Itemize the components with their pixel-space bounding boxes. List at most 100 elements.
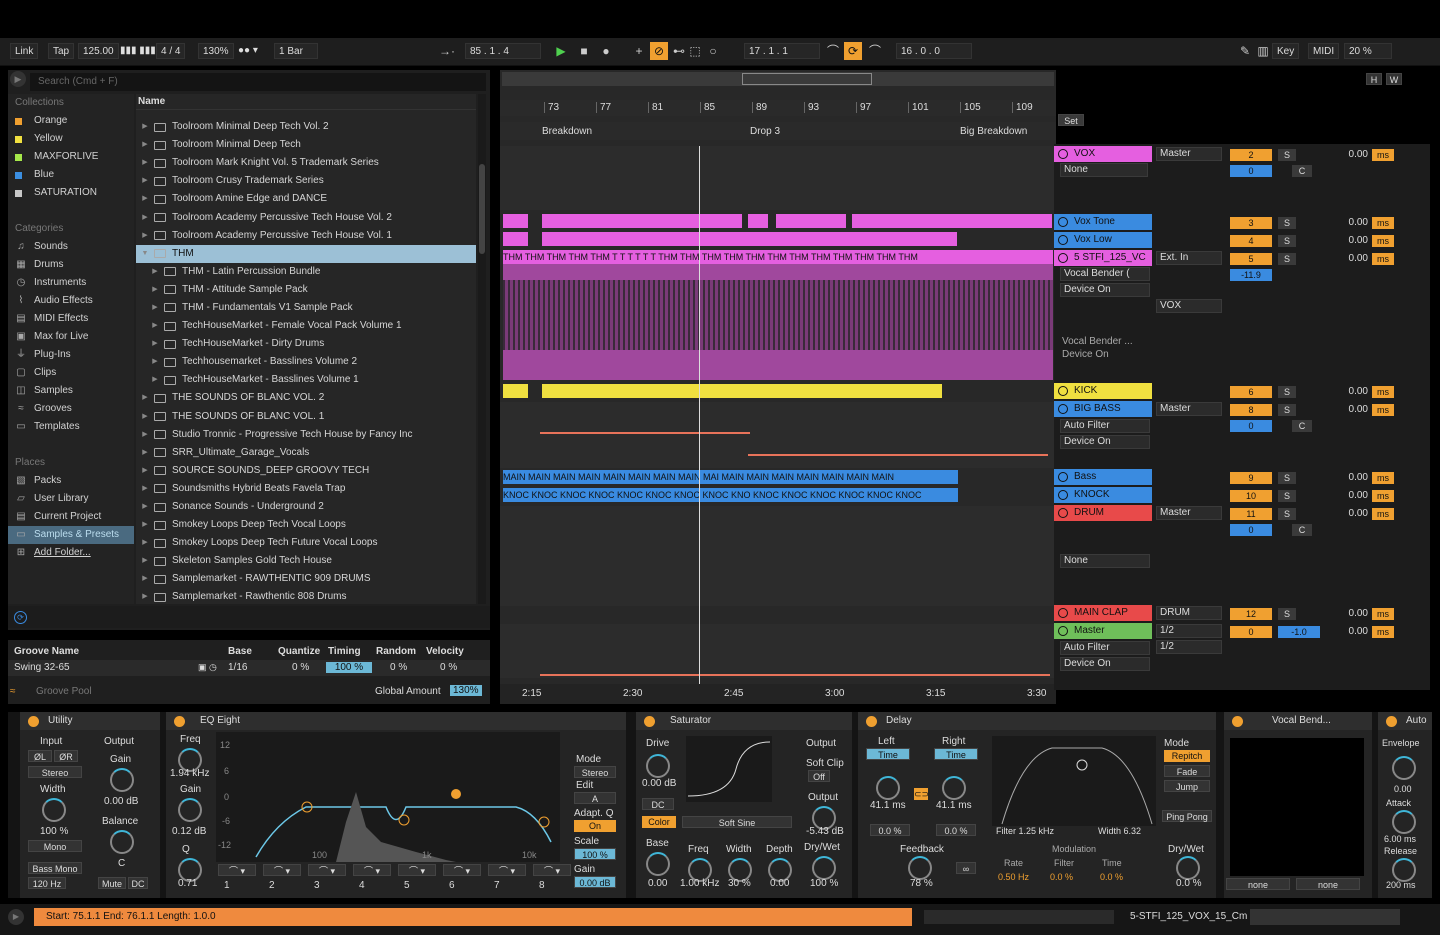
clip[interactable] <box>542 214 742 228</box>
solo-button[interactable]: S <box>1278 149 1296 161</box>
track-title[interactable]: BIG BASS <box>1054 401 1152 417</box>
dc-button[interactable]: DC <box>642 798 674 810</box>
track-pan[interactable]: -11.9 <box>1230 269 1272 281</box>
output-value[interactable]: -5.43 dB <box>806 826 844 837</box>
expanded-arrow-icon[interactable]: ▼ <box>140 245 150 263</box>
collapsed-arrow-icon[interactable]: ▶ <box>140 570 150 588</box>
arrangement-position-icon[interactable]: →· <box>438 42 456 60</box>
category-item[interactable]: ◫ Samples <box>8 382 134 400</box>
track-activator-icon[interactable] <box>1058 508 1068 518</box>
track-title[interactable]: MAIN CLAP <box>1054 605 1152 621</box>
left-time-knob[interactable] <box>876 776 900 800</box>
track-volume[interactable]: 0.00 <box>1336 217 1368 229</box>
category-item[interactable]: ▭ Templates <box>8 418 134 436</box>
file-row[interactable]: ▶ Toolroom Amine Edge and DANCE <box>136 190 476 208</box>
type-menu[interactable]: Soft Sine <box>682 816 792 828</box>
file-row[interactable]: ▶ Toolroom Mark Knight Vol. 5 Trademark S… <box>136 154 476 172</box>
collapsed-arrow-icon[interactable]: ▶ <box>140 444 150 462</box>
track-delay-unit[interactable]: ms <box>1372 149 1394 161</box>
groove-timing[interactable]: 100 % <box>326 662 372 673</box>
overview-strip[interactable] <box>502 72 1054 86</box>
collapsed-arrow-icon[interactable]: ▶ <box>140 227 150 245</box>
drive-knob[interactable] <box>646 754 670 778</box>
punch-in-icon[interactable]: ⌒ <box>824 42 842 60</box>
dry-wet-knob[interactable] <box>1176 856 1200 880</box>
locator-breakdown[interactable]: Breakdown <box>542 126 592 137</box>
clip[interactable] <box>748 214 768 228</box>
track-number[interactable]: 11 <box>1230 508 1272 520</box>
track-volume[interactable]: 0.00 <box>1336 472 1368 484</box>
track-delay-unit[interactable]: ms <box>1372 253 1394 265</box>
track-activator-icon[interactable] <box>1058 235 1068 245</box>
master-pan[interactable]: -1.0 <box>1278 626 1320 638</box>
track-delay-unit[interactable]: ms <box>1372 608 1394 620</box>
place-item[interactable]: ⊞ Add Folder... <box>8 544 134 562</box>
gain-value[interactable]: 0.00 dB <box>104 796 138 807</box>
track-activator-icon[interactable] <box>1058 217 1068 227</box>
category-item[interactable]: ♫ Sounds <box>8 238 134 256</box>
file-row[interactable]: ▶ Smokey Loops Deep Tech Future Vocal Loo… <box>136 534 476 552</box>
file-row[interactable]: ▶ THE SOUNDS OF BLANC VOL. 1 <box>136 408 476 426</box>
collapsed-arrow-icon[interactable]: ▶ <box>140 534 150 552</box>
file-row[interactable]: ▶ Soundsmiths Hybrid Beats Favela Trap <box>136 480 476 498</box>
right-time-button[interactable]: Time <box>934 748 978 760</box>
track-number[interactable]: 2 <box>1230 149 1272 161</box>
width-knob[interactable] <box>42 798 66 822</box>
bass-mono-freq[interactable]: 120 Hz <box>28 877 66 889</box>
dry-wet-knob[interactable] <box>812 856 836 880</box>
depth-value[interactable]: 0.00 <box>770 878 789 889</box>
band-filter-type-menu[interactable]: ⌒ ▾ <box>308 864 346 876</box>
track-input-menu[interactable]: None <box>1060 163 1148 177</box>
band-toggle[interactable]: 3 <box>314 880 320 891</box>
track-delay-unit[interactable]: ms <box>1372 626 1394 638</box>
left-time-button[interactable]: Time <box>866 748 910 760</box>
link-icon[interactable]: ⊂⊃ <box>914 788 929 800</box>
collapsed-arrow-icon[interactable]: ▶ <box>140 172 150 190</box>
track-title[interactable]: 5 STFI_125_VC <box>1054 250 1152 266</box>
track-pan[interactable]: 0 <box>1230 165 1272 177</box>
parameter-chooser-menu[interactable]: Device On <box>1060 657 1150 671</box>
loop-record-icon[interactable]: ○ <box>704 42 722 60</box>
drum-lane[interactable] <box>500 506 1056 606</box>
track-volume[interactable]: 0.00 <box>1336 404 1368 416</box>
color-button[interactable]: Color <box>642 816 676 828</box>
width-value[interactable]: 30 % <box>728 878 751 889</box>
track-volume[interactable]: 0.00 <box>1336 386 1368 398</box>
filter-width-value[interactable]: Width 6.32 <box>1098 826 1141 836</box>
collapsed-arrow-icon[interactable]: ▶ <box>150 317 160 335</box>
file-row[interactable]: ▶ THM - Fundamentals V1 Sample Pack <box>136 299 476 317</box>
band-filter-type-menu[interactable]: ⌒ ▾ <box>443 864 481 876</box>
filter-value[interactable]: Filter 1.25 kHz <box>996 826 1054 836</box>
link-button[interactable]: Link <box>10 43 39 59</box>
clip[interactable] <box>776 214 846 228</box>
track-delay-unit[interactable]: ms <box>1372 472 1394 484</box>
category-item[interactable]: ▤ MIDI Effects <box>8 310 134 328</box>
device-chooser-menu[interactable]: Auto Filter <box>1060 419 1150 433</box>
gain-knob[interactable] <box>110 768 134 792</box>
parameter-chooser-menu[interactable]: Device On <box>1060 435 1150 449</box>
collapsed-arrow-icon[interactable]: ▶ <box>140 498 150 516</box>
freq-value[interactable]: 1.94 kHz <box>170 768 209 779</box>
midi-map-button[interactable]: MIDI <box>1308 43 1340 59</box>
band-toggle[interactable]: 7 <box>494 880 500 891</box>
track-volume[interactable]: 0.00 <box>1336 508 1368 520</box>
device-chooser-menu[interactable]: None <box>1060 554 1150 568</box>
category-item[interactable]: ⏚ Plug-Ins <box>8 346 134 364</box>
mono-button[interactable]: Mono <box>28 840 82 852</box>
track-title[interactable]: DRUM <box>1054 505 1152 521</box>
track-title[interactable]: VOX <box>1054 146 1152 162</box>
device-chooser-menu[interactable]: Auto Filter <box>1060 641 1150 655</box>
category-item[interactable]: ◷ Instruments <box>8 274 134 292</box>
track-number[interactable]: 9 <box>1230 472 1272 484</box>
track-output-menu[interactable]: DRUM <box>1156 606 1222 620</box>
groove-name[interactable]: Swing 32-65 <box>14 662 70 673</box>
adapt-q-button[interactable]: On <box>574 820 616 832</box>
hot-swap-icon[interactable]: ⟳ <box>14 611 27 624</box>
solo-button[interactable]: S <box>1278 508 1296 520</box>
collapsed-arrow-icon[interactable]: ▶ <box>150 263 160 281</box>
delay-title[interactable]: Delay <box>858 712 1216 730</box>
browser-toggle-icon[interactable]: ▶ <box>10 71 26 87</box>
soft-clip-button[interactable]: Off <box>808 770 830 782</box>
device-on-icon[interactable] <box>174 716 185 727</box>
device-on-icon[interactable] <box>28 716 39 727</box>
